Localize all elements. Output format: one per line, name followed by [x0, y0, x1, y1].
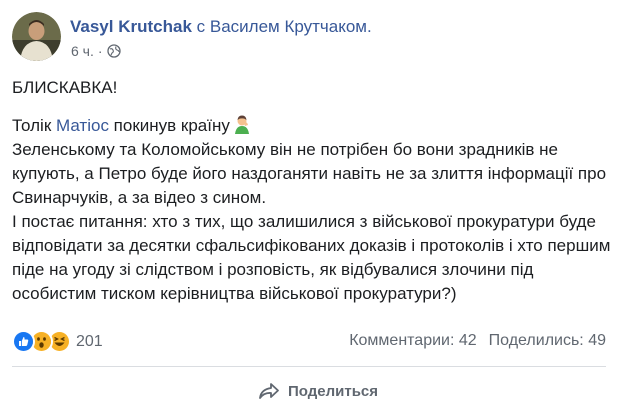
meta-separator: ·: [97, 43, 103, 59]
author-line: Vasyl Krutchak с Василем Крутчаком.: [70, 16, 372, 38]
author-name[interactable]: Vasyl Krutchak: [70, 17, 192, 36]
post-headline: БЛИСКАВКА!: [12, 78, 118, 97]
reactions-count[interactable]: 201: [76, 333, 103, 351]
facepalm-emoji: [232, 114, 252, 134]
share-arrow-icon: [258, 381, 280, 401]
post-paragraph-2: І постає питання: хто з тих, що залишили…: [12, 212, 611, 303]
mention-link[interactable]: Матіос: [56, 116, 109, 135]
facebook-post: Vasyl Krutchak с Василем Крутчаком. 6 ч.…: [0, 0, 618, 414]
line1-suffix: покинув країну: [108, 116, 230, 135]
like-reaction-icon: [12, 330, 35, 353]
post-body: БЛИСКАВКА! Толік Матіос покинув країну З…: [12, 76, 612, 306]
comments-count[interactable]: Комментарии: 42: [349, 332, 476, 350]
globe-icon[interactable]: [106, 44, 121, 58]
avatar[interactable]: [12, 12, 61, 61]
share-button-label: Поделиться: [288, 382, 379, 400]
divider: [12, 366, 606, 367]
reactions-summary[interactable]: 201: [12, 330, 103, 353]
post-line-1: Толік Матіос покинув країну: [12, 114, 612, 138]
share-button[interactable]: Поделиться: [258, 377, 378, 405]
tagged-with-text[interactable]: с Василем Крутчаком.: [197, 17, 372, 36]
post-meta: 6 ч. ·: [71, 43, 121, 59]
post-timestamp[interactable]: 6 ч.: [71, 43, 94, 59]
line1-prefix: Толік: [12, 116, 56, 135]
post-paragraph-1: Зеленському та Коломойському він не потр…: [12, 140, 607, 207]
shares-count[interactable]: Поделились: 49: [489, 332, 606, 350]
engagement-counts: Комментарии: 42 Поделились: 49: [349, 332, 606, 350]
